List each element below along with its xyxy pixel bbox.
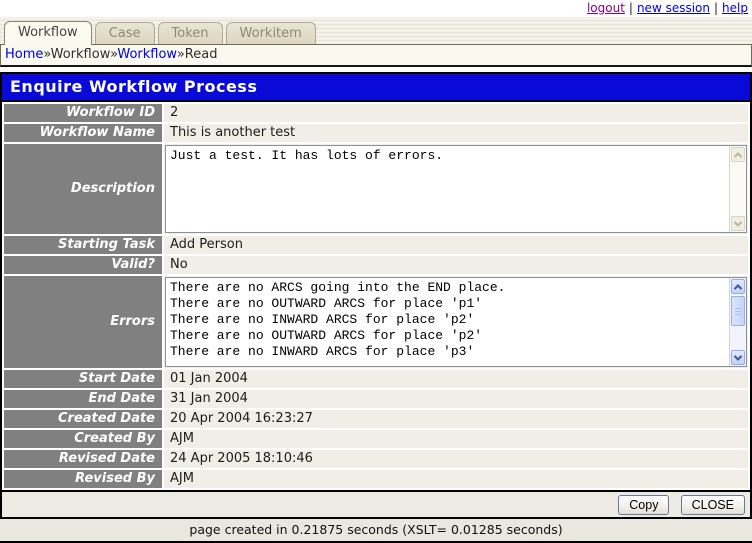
field-value-starting-task: Add Person xyxy=(164,236,748,254)
form-row-start-date: Start Date 01 Jan 2004 xyxy=(4,370,748,388)
field-label-workflow-name: Workflow Name xyxy=(4,124,162,142)
scroll-down-icon[interactable] xyxy=(731,350,745,365)
field-value-end-date: 31 Jan 2004 xyxy=(164,390,748,408)
form-row-workflow-id: Workflow ID 2 xyxy=(4,104,748,122)
field-value-start-date: 01 Jan 2004 xyxy=(164,370,748,388)
field-label-starting-task: Starting Task xyxy=(4,236,162,254)
breadcrumb-separator: » xyxy=(176,47,185,62)
button-bar: Copy CLOSE xyxy=(2,490,750,517)
field-value-created-by: AJM xyxy=(164,430,748,448)
field-value-revised-date: 24 Apr 2005 18:10:46 xyxy=(164,450,748,468)
tab-workitem[interactable]: Workitem xyxy=(225,22,316,44)
form-row-created-by: Created By AJM xyxy=(4,430,748,448)
tab-bar: Workflow Case Token Workitem xyxy=(0,17,752,45)
scroll-down-icon xyxy=(731,216,745,231)
errors-text: There are no ARCS going into the END pla… xyxy=(170,280,506,359)
description-text: Just a test. It has lots of errors. xyxy=(170,148,444,163)
field-value-valid: No xyxy=(164,256,748,274)
scrollbar-thumb[interactable] xyxy=(731,296,745,326)
close-button[interactable]: CLOSE xyxy=(680,495,745,515)
form-row-valid: Valid? No xyxy=(4,256,748,274)
breadcrumb-home-link[interactable]: Home xyxy=(5,47,43,62)
link-separator: | xyxy=(714,1,719,15)
copy-button[interactable]: Copy xyxy=(618,495,670,515)
breadcrumb-separator: » xyxy=(43,47,51,62)
field-label-valid: Valid? xyxy=(4,256,162,274)
tab-case[interactable]: Case xyxy=(94,22,155,44)
tab-token[interactable]: Token xyxy=(157,22,223,44)
tab-workflow[interactable]: Workflow xyxy=(4,21,92,45)
top-links: logout | new session | help xyxy=(0,0,752,17)
errors-scrollbar[interactable] xyxy=(729,278,746,366)
field-label-errors: Errors xyxy=(4,276,162,368)
field-value-workflow-id: 2 xyxy=(164,104,748,122)
scroll-up-icon[interactable] xyxy=(731,279,745,294)
form-row-workflow-name: Workflow Name This is another test xyxy=(4,124,748,142)
page-title: Enquire Workflow Process xyxy=(2,74,750,102)
field-label-start-date: Start Date xyxy=(4,370,162,388)
field-label-description: Description xyxy=(4,144,162,234)
form-row-revised-by: Revised By AJM xyxy=(4,470,748,488)
field-label-created-date: Created Date xyxy=(4,410,162,428)
new-session-link[interactable]: new session xyxy=(637,1,710,15)
field-label-revised-date: Revised Date xyxy=(4,450,162,468)
description-scrollbar xyxy=(729,146,746,232)
field-value-workflow-name: This is another test xyxy=(164,124,748,142)
field-label-workflow-id: Workflow ID xyxy=(4,104,162,122)
breadcrumb-workflow: Workflow xyxy=(50,47,111,62)
field-value-created-date: 20 Apr 2004 16:23:27 xyxy=(164,410,748,428)
field-label-revised-by: Revised By xyxy=(4,470,162,488)
breadcrumb: Home»Workflow»Workflow»Read xyxy=(0,44,752,67)
footer-status: page created in 0.21875 seconds (XSLT= 0… xyxy=(0,519,752,543)
form-row-end-date: End Date 31 Jan 2004 xyxy=(4,390,748,408)
form-table: Workflow ID 2 Workflow Name This is another… xyxy=(2,102,750,490)
help-link[interactable]: help xyxy=(722,1,748,15)
breadcrumb-read: Read xyxy=(184,47,218,62)
form-row-revised-date: Revised Date 24 Apr 2005 18:10:46 xyxy=(4,450,748,468)
errors-textarea[interactable]: There are no ARCS going into the END pla… xyxy=(165,277,747,367)
link-separator: | xyxy=(628,1,633,15)
scroll-up-icon xyxy=(731,147,745,162)
form-row-description: Description Just a test. It has lots of e… xyxy=(4,144,748,234)
form-row-created-date: Created Date 20 Apr 2004 16:23:27 xyxy=(4,410,748,428)
description-textarea[interactable]: Just a test. It has lots of errors. xyxy=(165,145,747,233)
form-row-starting-task: Starting Task Add Person xyxy=(4,236,748,254)
field-label-end-date: End Date xyxy=(4,390,162,408)
field-value-revised-by: AJM xyxy=(164,470,748,488)
form-row-errors: Errors There are no ARCS going into the E… xyxy=(4,276,748,368)
logout-link[interactable]: logout xyxy=(587,1,625,15)
field-label-created-by: Created By xyxy=(4,430,162,448)
main-panel: Enquire Workflow Process Workflow ID 2 Wor… xyxy=(0,72,752,519)
breadcrumb-workflow-link[interactable]: Workflow xyxy=(117,47,176,62)
